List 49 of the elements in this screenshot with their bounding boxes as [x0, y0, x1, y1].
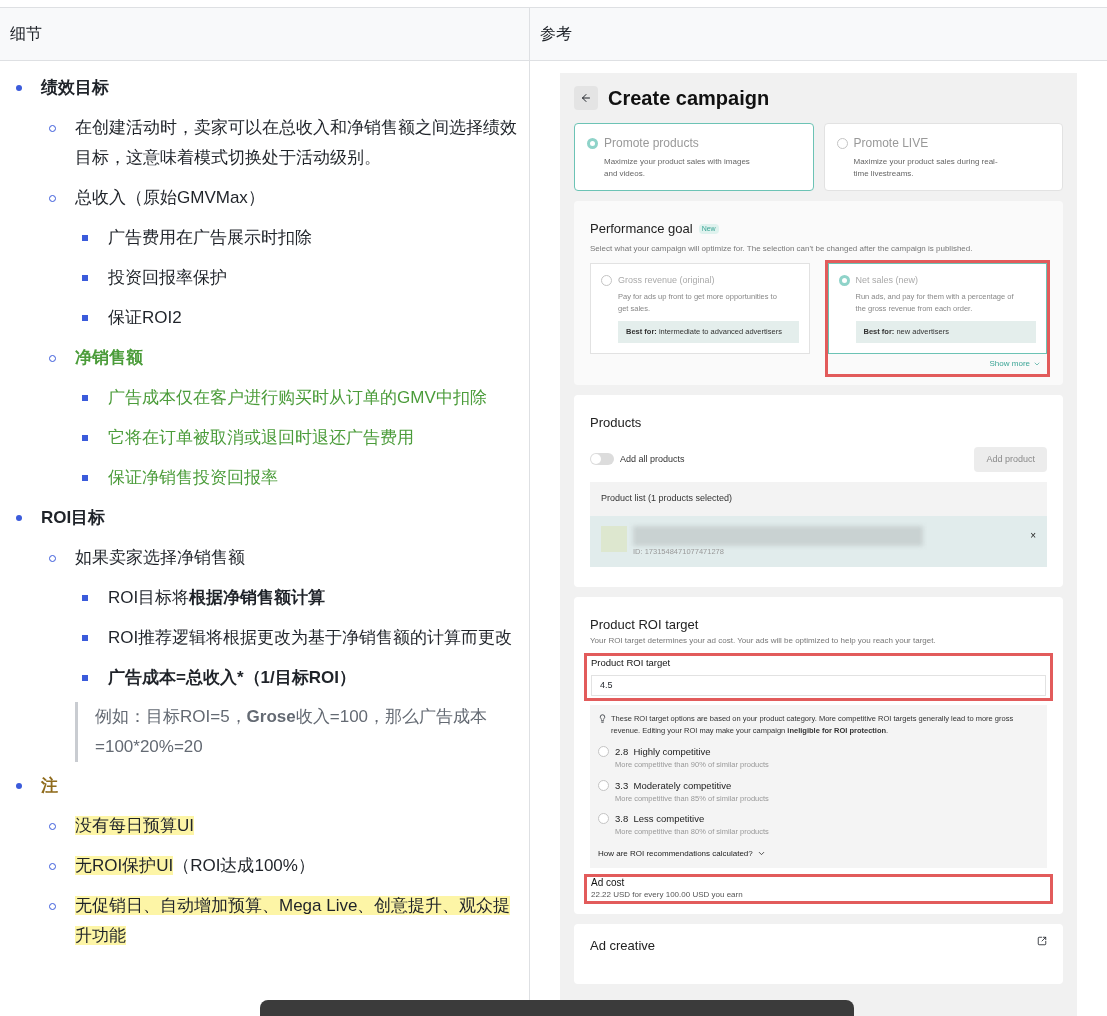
column-header: 参考: [539, 24, 573, 44]
list-text: 投资回报率保护: [108, 267, 227, 289]
quote-text: 例如：目标ROI=5，Grose收入=100，那么广告成本=100*20%=20: [95, 706, 489, 758]
list-text: ROI推荐逻辑将根据更改为基于净销售额的计算而更改: [108, 627, 513, 649]
list-text: 保证ROI2: [108, 307, 182, 329]
section-subtitle: Your ROI target determines your ad cost. Your ads will be optimized to help you reach your target.: [590, 635, 937, 648]
roi-input-field[interactable]: 4.5: [591, 674, 1046, 696]
list-text: 总收入（原始GMVMax）: [75, 187, 265, 209]
section-title: Performance goal: [590, 220, 693, 238]
option-label: 3.8 Less competitive: [615, 812, 706, 826]
section-title: Ad creative: [590, 936, 656, 955]
campaign-type-card[interactable]: Promote LIVE Maximize your product sales during real-time livestreams.: [823, 123, 1063, 191]
product-list-title: Product list (1 products selected): [600, 492, 734, 505]
roi-help-link[interactable]: How are ROI recommendations calculated?: [598, 847, 766, 860]
card-description: Maximize your product sales during real-time livestreams.: [852, 156, 999, 180]
ad-cost-text: 22.22 USD for every 100.00 USD you earn: [591, 888, 744, 901]
list-text: 净销售额: [75, 347, 143, 369]
option-title: Net sales (new): [855, 273, 919, 287]
list-text: 广告成本=总收入*（1/目标ROI）: [108, 667, 356, 689]
list-text: 它将在订单被取消或退回时退还广告费用: [108, 427, 414, 449]
list-text: 在创建活动时，卖家可以在总收入和净销售额之间选择绩效目标，这意味着模式切换处于活动级别。: [75, 117, 518, 169]
list-text: 无促销日、自动增加预算、Mega Live、创意提升、观众提升功能: [75, 895, 512, 947]
option-label: 2.8 Highly competitive: [615, 745, 712, 759]
list-text: 广告成本仅在客户进行购买时从订单的GMV中扣除: [108, 387, 487, 409]
remove-button[interactable]: ×: [1030, 527, 1036, 543]
list-text: 保证净销售投资回报率: [108, 467, 278, 489]
list-text: 绩效目标: [41, 77, 109, 99]
list-text: 无ROI保护UI: [75, 856, 174, 875]
card-title: Promote LIVE: [853, 135, 929, 152]
card-title: Promote products: [604, 135, 699, 152]
campaign-type-card[interactable]: Promote products Maximize your product sales with images and videos.: [574, 123, 814, 191]
field-label: Product ROI target: [591, 656, 672, 671]
list-text: ROI目标将根据净销售额计算: [108, 587, 326, 609]
section-subtitle: Select what your campaign will optimize for. The selection can't be changed after the campaign is published.: [590, 242, 974, 255]
section-title: Product ROI target: [590, 615, 700, 634]
list-text: 如果卖家选择净销售额: [75, 547, 245, 569]
list-text: 注: [41, 775, 58, 797]
card-description: Maximize your product sales with images and videos.: [603, 156, 751, 180]
column-header: 细节: [0, 8, 530, 60]
page-title: Create campaign: [608, 86, 770, 111]
list-text: （ROI达成100%）: [173, 856, 315, 875]
ad-cost-label: Ad cost: [591, 876, 626, 889]
toggle-label: Add all products: [620, 452, 685, 466]
section-title: Products: [590, 414, 643, 432]
list-text: 没有每日预算UI: [75, 815, 194, 837]
list-text: 广告费用在广告展示时扣除: [108, 227, 312, 249]
option-title: Gross revenue (original): [618, 273, 715, 287]
list-text: ROI目标: [41, 507, 106, 529]
option-label: 3.3 Moderately competitive: [615, 778, 733, 793]
